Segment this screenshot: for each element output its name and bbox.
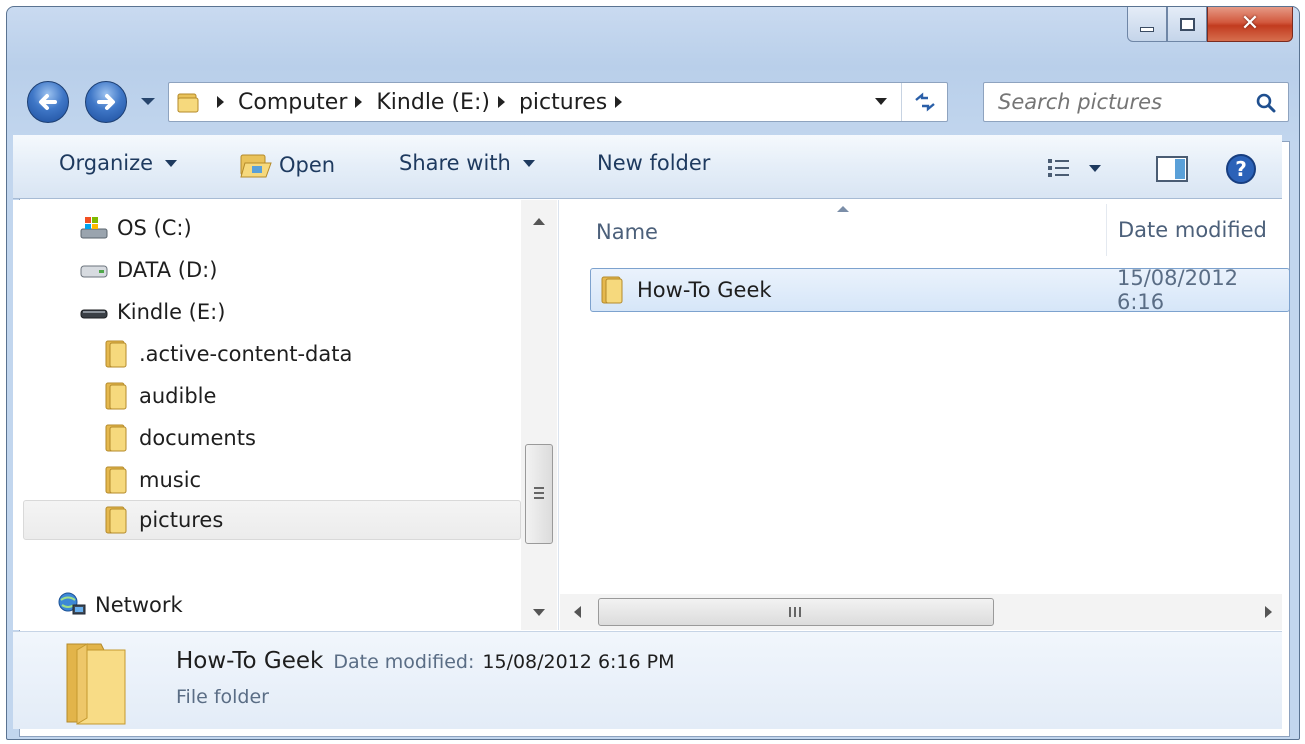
address-bar[interactable]: Computer Kindle (E:) pictures [168,82,948,122]
tree-item-kindle-drive[interactable]: Kindle (E:) [79,292,225,332]
network-icon [57,590,87,620]
scrollbar-thumb[interactable] [525,444,553,544]
help-button[interactable]: ? [1225,153,1257,185]
tree-item-os-drive[interactable]: OS (C:) [79,208,192,248]
large-folder-icon [66,643,126,725]
maximize-button[interactable] [1167,7,1207,42]
chevron-down-icon [1089,164,1101,172]
folder-icon [101,505,131,535]
minimize-icon [1140,26,1154,32]
details-date-label: Date modified: [333,651,475,673]
hard-drive-icon [79,255,109,285]
removable-drive-icon [79,297,109,327]
open-folder-icon [240,154,272,178]
nav-pane-vertical-scrollbar[interactable] [521,200,557,630]
view-options-button[interactable] [1047,157,1101,179]
scroll-left-icon[interactable] [574,606,581,618]
sort-ascending-icon [837,206,849,212]
scrollbar-thumb[interactable] [598,598,994,626]
view-list-icon [1048,159,1069,177]
navigation-pane: OS (C:) DATA (D:) Kindle (E:) .active-co… [13,200,559,630]
details-pane: How-To Geek Date modified: 15/08/2012 6:16… [13,631,1282,729]
folder-icon [101,339,131,369]
grip-icon [534,487,544,489]
forward-button[interactable] [85,81,127,123]
address-history-dropdown[interactable] [875,98,887,105]
tree-item-folder-selected[interactable]: pictures [23,500,521,540]
breadcrumb-computer[interactable]: Computer [238,90,376,115]
share-with-button[interactable]: Share with [399,151,535,175]
scroll-up-icon[interactable] [533,218,545,225]
navigation-bar: Computer Kindle (E:) pictures [23,73,1293,123]
column-headers: Name Date modified [560,200,1282,260]
close-button[interactable]: ✕ [1207,7,1293,42]
folder-icon [101,465,131,495]
command-bar: Organize Open Share with New folder ? [13,135,1282,199]
file-row[interactable]: How-To Geek 15/08/2012 6:16 [590,266,1290,314]
search-input[interactable] [996,89,1236,115]
file-list-horizontal-scrollbar[interactable] [560,594,1282,630]
column-header-name[interactable]: Name [596,220,658,244]
folder-icon [597,275,627,305]
file-list: Name Date modified How-To Geek 15/08/201… [560,200,1290,630]
maximize-icon [1179,17,1195,31]
tree-item-data-drive[interactable]: DATA (D:) [79,250,217,290]
details-date-value: 15/08/2012 6:16 PM [482,651,675,673]
organize-button[interactable]: Organize [59,151,178,175]
tree-item-folder[interactable]: documents [101,418,256,458]
file-name: How-To Geek [637,278,772,302]
recent-pages-dropdown[interactable] [141,98,155,105]
new-folder-button[interactable]: New folder [597,151,710,175]
folder-icon [177,93,199,113]
column-header-date-modified[interactable]: Date modified [1118,218,1267,242]
preview-pane-icon [1156,156,1188,182]
tree-item-network[interactable]: Network [57,585,183,625]
tree-item-folder[interactable]: .active-content-data [101,334,352,374]
column-divider[interactable] [1106,204,1107,256]
breadcrumb-separator[interactable] [217,96,224,108]
chevron-down-icon [165,159,178,167]
open-button[interactable]: Open [239,151,335,179]
svg-text:?: ? [1235,157,1247,181]
tree-item-folder[interactable]: audible [101,376,216,416]
chevron-down-icon [522,159,535,167]
details-item-type: File folder [176,686,269,708]
minimize-button[interactable] [1127,7,1167,42]
back-button[interactable] [27,81,69,123]
grip-icon [789,607,791,617]
search-box[interactable] [983,82,1289,122]
scroll-down-icon[interactable] [533,609,545,616]
forward-arrow-icon [97,94,115,110]
help-icon: ? [1226,154,1256,184]
preview-pane-button[interactable] [1155,155,1189,183]
search-icon[interactable] [1254,91,1278,115]
scroll-right-icon[interactable] [1265,606,1272,618]
folder-icon [101,381,131,411]
refresh-icon [914,92,935,112]
breadcrumb-pictures[interactable]: pictures [519,90,636,115]
close-icon: ✕ [1240,11,1260,36]
details-item-name: How-To Geek Date modified: 15/08/2012 6:16… [176,648,675,674]
caption-buttons: ✕ [1127,7,1293,42]
breadcrumb-kindle[interactable]: Kindle (E:) [376,90,519,115]
tree-item-folder[interactable]: music [101,460,201,500]
folder-icon [101,423,131,453]
file-date-modified: 15/08/2012 6:16 [1117,266,1239,314]
os-drive-icon [79,213,109,243]
refresh-button[interactable] [901,83,947,121]
back-arrow-icon [39,94,57,110]
